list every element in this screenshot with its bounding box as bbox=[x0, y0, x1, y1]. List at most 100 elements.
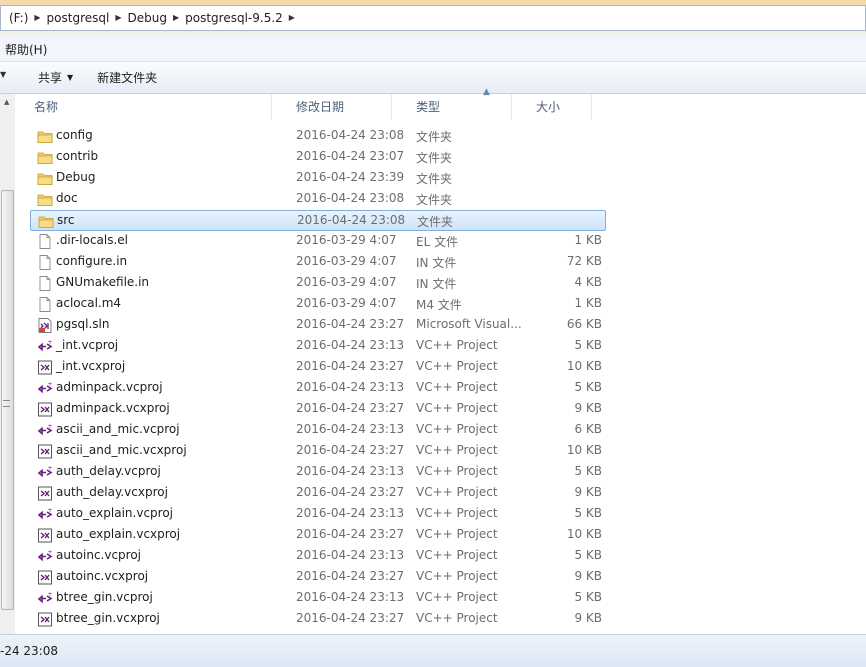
file-name: btree_gin.vcxproj bbox=[56, 611, 160, 625]
file-name: doc bbox=[56, 191, 78, 205]
file-date: 2016-04-24 23:27 bbox=[296, 359, 405, 373]
file-date: 2016-04-24 23:27 bbox=[296, 401, 405, 415]
file-date: 2016-04-24 23:08 bbox=[297, 213, 406, 227]
chevron-right-icon[interactable]: ▶ bbox=[115, 13, 121, 22]
file-size: 10 KB bbox=[566, 527, 602, 541]
solution-icon bbox=[37, 318, 53, 333]
file-name: btree_gin.vcproj bbox=[56, 590, 153, 604]
new-folder-button[interactable]: 新建文件夹 bbox=[91, 67, 163, 89]
menu-help[interactable]: 帮助(H) bbox=[5, 41, 47, 58]
file-type: IN 文件 bbox=[416, 256, 457, 270]
file-name: aclocal.m4 bbox=[56, 296, 122, 310]
file-row[interactable]: + ascii_and_mic.vcproj 2016-04-24 23:13 VC+… bbox=[30, 420, 606, 441]
chevron-right-icon[interactable]: ▶ bbox=[289, 13, 295, 22]
scroll-up-icon[interactable]: ▲ bbox=[4, 98, 9, 106]
file-type: EL 文件 bbox=[416, 235, 459, 249]
file-row[interactable]: .dir-locals.el 2016-03-29 4:07 EL 文件 1 KB bbox=[30, 231, 606, 252]
file-size: 9 KB bbox=[574, 485, 602, 499]
folder-icon bbox=[38, 214, 54, 229]
file-row[interactable]: + autoinc.vcproj 2016-04-24 23:13 VC++ Proj… bbox=[30, 546, 606, 567]
file-size: 4 KB bbox=[574, 275, 602, 289]
file-type: VC++ Project bbox=[416, 569, 498, 583]
file-row[interactable]: auto_explain.vcxproj 2016-04-24 23:27 VC++… bbox=[30, 525, 606, 546]
file-name: src bbox=[57, 213, 75, 227]
file-row[interactable]: src 2016-04-24 23:08 文件夹 bbox=[30, 210, 606, 231]
file-name: Debug bbox=[56, 170, 96, 184]
file-date: 2016-04-24 23:13 bbox=[296, 590, 405, 604]
column-header-name[interactable]: 名称 bbox=[18, 94, 272, 120]
file-name: .dir-locals.el bbox=[56, 233, 129, 247]
file-date: 2016-04-24 23:13 bbox=[296, 380, 405, 394]
file-row[interactable]: Debug 2016-04-24 23:39 文件夹 bbox=[30, 168, 606, 189]
vcproj-icon: + bbox=[37, 423, 53, 438]
file-row[interactable]: + _int.vcproj 2016-04-24 23:13 VC++ Project… bbox=[30, 336, 606, 357]
address-segment-debug[interactable]: Debug bbox=[128, 11, 167, 25]
chevron-right-icon[interactable]: ▶ bbox=[173, 13, 179, 22]
file-date: 2016-03-29 4:07 bbox=[296, 296, 397, 310]
file-name: _int.vcxproj bbox=[56, 359, 126, 373]
vcproj-icon: + bbox=[37, 507, 53, 522]
status-bar: -24 23:08 bbox=[0, 634, 866, 667]
nav-pane-scrollbar[interactable]: ▲ bbox=[0, 94, 15, 634]
file-name: auto_explain.vcxproj bbox=[56, 527, 181, 541]
file-row[interactable]: doc 2016-04-24 23:08 文件夹 bbox=[30, 189, 606, 210]
file-row[interactable]: GNUmakefile.in 2016-03-29 4:07 IN 文件 4 KB bbox=[30, 273, 606, 294]
file-size: 1 KB bbox=[574, 233, 602, 247]
folder-icon bbox=[37, 192, 53, 207]
column-header-type[interactable]: 类型 bbox=[392, 94, 512, 120]
address-segment-current[interactable]: postgresql-9.5.2 bbox=[185, 11, 283, 25]
file-type: VC++ Project bbox=[416, 611, 498, 625]
vcproj-icon: + bbox=[37, 591, 53, 606]
file-type: VC++ Project bbox=[416, 464, 498, 478]
file-row[interactable]: pgsql.sln 2016-04-24 23:27 Microsoft Visua… bbox=[30, 315, 606, 336]
file-row[interactable]: + auto_explain.vcproj 2016-04-24 23:13 VC++… bbox=[30, 504, 606, 525]
file-size: 6 KB bbox=[574, 422, 602, 436]
column-header-type-label: 类型 bbox=[416, 100, 441, 114]
address-segment-postgresql[interactable]: postgresql bbox=[47, 11, 110, 25]
file-row[interactable]: configure.in 2016-03-29 4:07 IN 文件 72 KB bbox=[30, 252, 606, 273]
file-type: VC++ Project bbox=[416, 548, 498, 562]
chevron-right-icon[interactable]: ▶ bbox=[34, 13, 40, 22]
address-strip: (F:) ▶ postgresql ▶ Debug ▶ postgresql-9… bbox=[0, 0, 866, 38]
file-type: 文件夹 bbox=[417, 215, 454, 229]
vcxproj-icon bbox=[37, 360, 53, 375]
column-header-size[interactable]: 大小 bbox=[512, 94, 592, 120]
file-row[interactable]: auth_delay.vcxproj 2016-04-24 23:27 VC++ P… bbox=[30, 483, 606, 504]
file-size: 10 KB bbox=[566, 359, 602, 373]
file-size: 9 KB bbox=[574, 611, 602, 625]
file-name: ascii_and_mic.vcxproj bbox=[56, 443, 187, 457]
file-row[interactable]: ascii_and_mic.vcxproj 2016-04-24 23:27 VC+… bbox=[30, 441, 606, 462]
file-row[interactable]: config 2016-04-24 23:08 文件夹 bbox=[30, 126, 606, 147]
address-bar[interactable]: (F:) ▶ postgresql ▶ Debug ▶ postgresql-9… bbox=[0, 5, 866, 31]
file-size: 72 KB bbox=[566, 254, 602, 268]
file-size: 5 KB bbox=[574, 464, 602, 478]
file-row[interactable]: adminpack.vcxproj 2016-04-24 23:27 VC++ Pr… bbox=[30, 399, 606, 420]
file-row[interactable]: + adminpack.vcproj 2016-04-24 23:13 VC++ Pr… bbox=[30, 378, 606, 399]
file-name: autoinc.vcxproj bbox=[56, 569, 149, 583]
menu-bar: 帮助(H) bbox=[0, 38, 866, 62]
file-row[interactable]: + auth_delay.vcproj 2016-04-24 23:13 VC++ P… bbox=[30, 462, 606, 483]
file-icon bbox=[37, 297, 53, 312]
vcxproj-icon bbox=[37, 528, 53, 543]
svg-text:+: + bbox=[48, 381, 53, 388]
vcxproj-icon bbox=[37, 486, 53, 501]
folder-icon bbox=[37, 129, 53, 144]
share-button[interactable]: 共享 ▼ bbox=[32, 67, 79, 89]
column-header-date[interactable]: 修改日期 bbox=[272, 94, 392, 120]
file-size: 9 KB bbox=[574, 569, 602, 583]
file-row[interactable]: aclocal.m4 2016-03-29 4:07 M4 文件 1 KB bbox=[30, 294, 606, 315]
status-text: -24 23:08 bbox=[0, 644, 58, 658]
file-row[interactable]: contrib 2016-04-24 23:07 文件夹 bbox=[30, 147, 606, 168]
file-row[interactable]: _int.vcxproj 2016-04-24 23:27 VC++ Project… bbox=[30, 357, 606, 378]
file-row[interactable]: autoinc.vcxproj 2016-04-24 23:27 VC++ Proj… bbox=[30, 567, 606, 588]
svg-text:+: + bbox=[48, 507, 53, 514]
file-row[interactable]: btree_gin.vcxproj 2016-04-24 23:27 VC++ Pr… bbox=[30, 609, 606, 630]
chevron-down-icon[interactable]: ▼ bbox=[0, 70, 6, 79]
address-drive[interactable]: (F:) bbox=[9, 11, 28, 25]
file-type: VC++ Project bbox=[416, 422, 498, 436]
svg-text:+: + bbox=[48, 465, 53, 472]
file-date: 2016-04-24 23:13 bbox=[296, 506, 405, 520]
file-name: configure.in bbox=[56, 254, 128, 268]
file-row[interactable]: + btree_gin.vcproj 2016-04-24 23:13 VC++ Pr… bbox=[30, 588, 606, 609]
vcproj-icon: + bbox=[37, 339, 53, 354]
